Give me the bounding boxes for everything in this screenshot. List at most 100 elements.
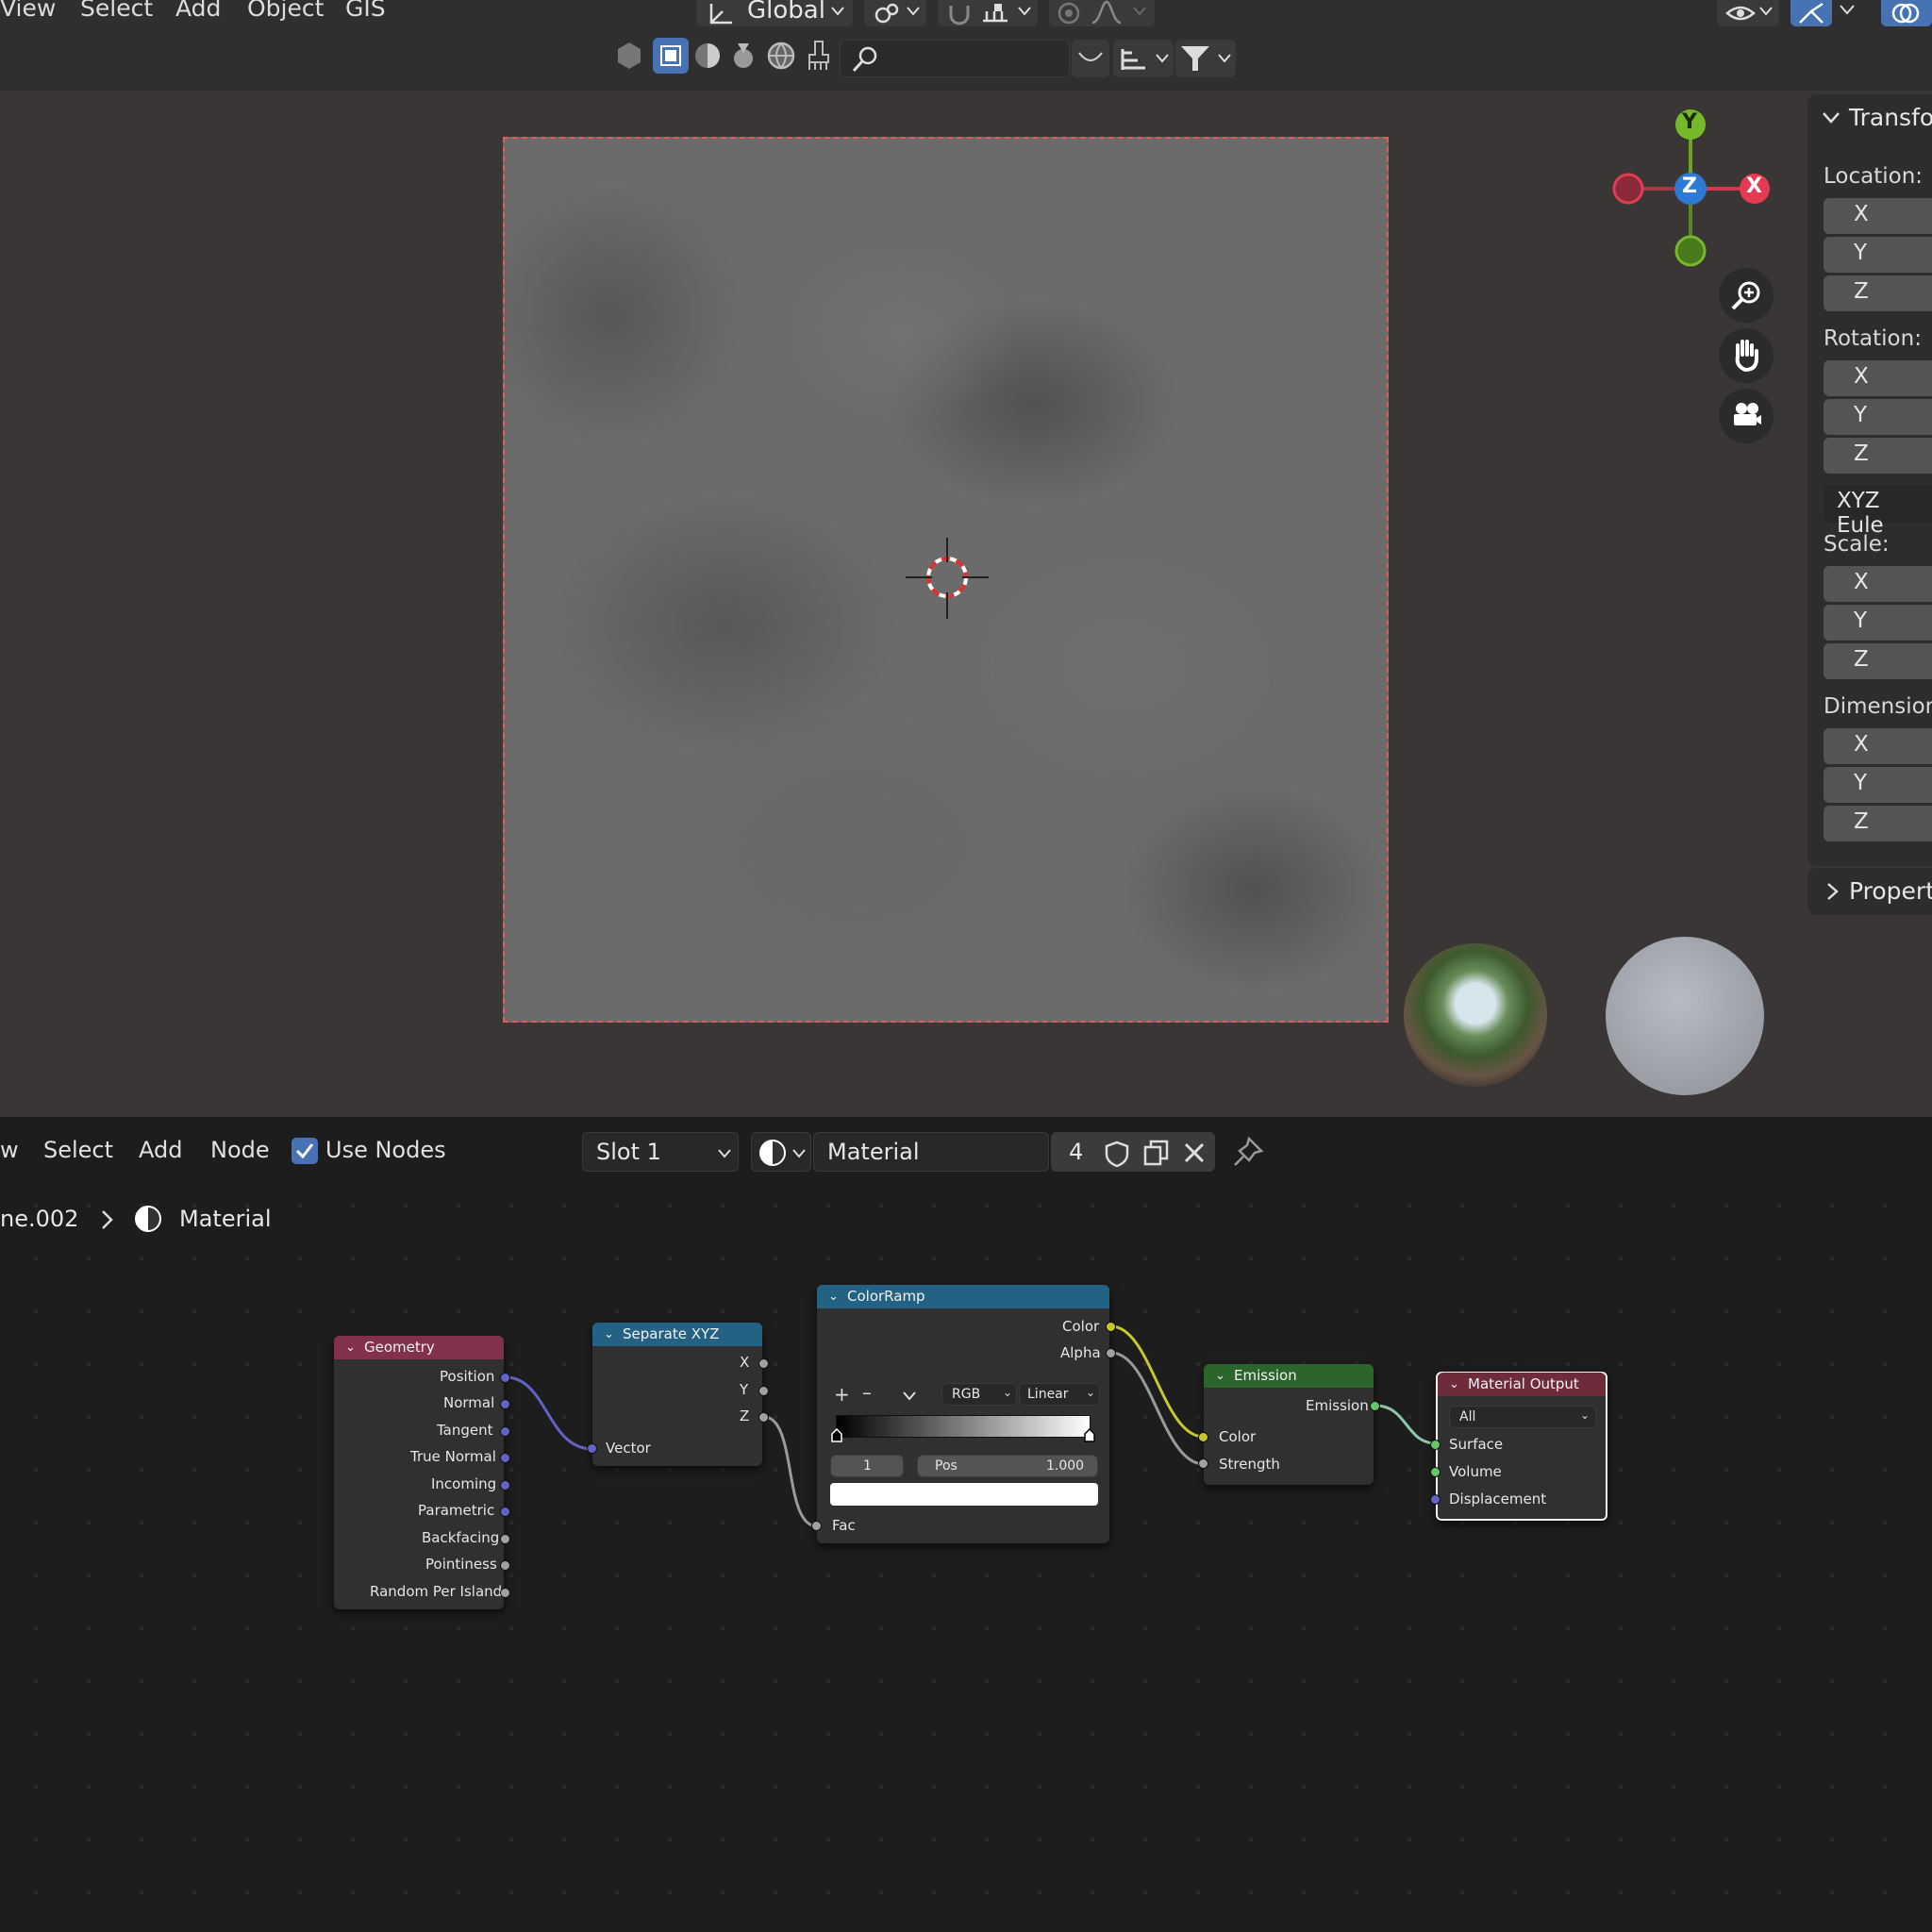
zoom-button[interactable] xyxy=(1719,268,1774,323)
socket-surface-in[interactable] xyxy=(1430,1440,1441,1450)
socket-x[interactable] xyxy=(758,1358,769,1369)
socket-incoming[interactable] xyxy=(500,1480,510,1491)
socket-backfacing[interactable] xyxy=(500,1534,510,1544)
collapse-icon[interactable]: ⌄ xyxy=(1215,1364,1225,1388)
material-output-header[interactable]: ⌄ Material Output xyxy=(1438,1373,1606,1396)
socket-y[interactable] xyxy=(758,1386,769,1396)
light-probe-icon[interactable] xyxy=(728,40,758,72)
scale-z-field[interactable]: Z xyxy=(1824,643,1932,679)
socket-parametric[interactable] xyxy=(500,1507,510,1517)
socket-color-in[interactable] xyxy=(1198,1432,1208,1442)
visibility-dropdown[interactable] xyxy=(1717,0,1779,26)
stop-color-swatch[interactable] xyxy=(830,1483,1098,1506)
separate-xyz-title: Separate XYZ xyxy=(623,1325,720,1342)
socket-random-per-island[interactable] xyxy=(500,1588,510,1598)
menu-add[interactable]: Add xyxy=(175,0,221,22)
snap-group[interactable] xyxy=(938,0,1038,26)
socket-true-normal[interactable] xyxy=(500,1453,510,1463)
properties-panel-header[interactable]: Properti xyxy=(1807,868,1932,915)
menu-view[interactable]: View xyxy=(0,0,56,22)
location-x-field[interactable]: X xyxy=(1824,198,1932,234)
add-stop-icon[interactable]: + xyxy=(834,1383,850,1406)
rotation-mode-dropdown[interactable]: XYZ Eule xyxy=(1824,485,1932,538)
overlays-toggle[interactable] xyxy=(1881,0,1932,26)
viewport-search-input[interactable] xyxy=(840,40,1070,77)
interpolation-dropdown[interactable]: Linear ⌄ xyxy=(1019,1383,1100,1406)
brush-icon[interactable] xyxy=(804,40,834,72)
separate-xyz-header[interactable]: ⌄ Separate XYZ xyxy=(592,1323,762,1346)
transform-panel-title[interactable]: Transfor xyxy=(1849,104,1932,131)
socket-pointiness[interactable] xyxy=(500,1560,510,1571)
dimensions-x-field[interactable]: X xyxy=(1824,728,1932,764)
geometry-output-random-per-island: Random Per Island xyxy=(370,1583,503,1600)
location-y-field[interactable]: Y xyxy=(1824,237,1932,273)
collapse-icon[interactable]: ⌄ xyxy=(1449,1373,1459,1396)
socket-tangent[interactable] xyxy=(500,1426,510,1437)
socket-vector-in[interactable] xyxy=(587,1443,597,1454)
material-shading-icon[interactable] xyxy=(692,40,723,72)
rotation-x-field[interactable]: X xyxy=(1824,360,1932,396)
proportional-edit-group[interactable] xyxy=(1049,0,1155,26)
socket-strength-in[interactable] xyxy=(1198,1458,1208,1469)
socket-emission-out[interactable] xyxy=(1370,1401,1380,1411)
socket-displacement-in[interactable] xyxy=(1430,1494,1441,1505)
geometry-node-title: Geometry xyxy=(364,1339,435,1356)
scale-label: Scale: xyxy=(1824,532,1890,557)
socket-normal[interactable] xyxy=(500,1399,510,1409)
stop-position-field[interactable]: Pos 1.000 xyxy=(917,1455,1098,1477)
rotation-z-field[interactable]: Z xyxy=(1824,438,1932,474)
chevron-down-icon[interactable] xyxy=(1838,4,1857,17)
collapse-icon[interactable]: ⌄ xyxy=(345,1336,356,1359)
separate-output-y: Y xyxy=(740,1381,749,1398)
geometry-node-header[interactable]: ⌄ Geometry xyxy=(334,1336,504,1359)
menu-select[interactable]: Select xyxy=(80,0,153,22)
collapse-icon[interactable]: ⌄ xyxy=(604,1323,614,1346)
menu-gis[interactable]: GIS xyxy=(345,0,386,22)
geometry-output-incoming: Incoming xyxy=(431,1475,497,1492)
socket-alpha-out[interactable] xyxy=(1106,1348,1116,1358)
pivot-dropdown[interactable] xyxy=(864,0,926,26)
socket-color-out[interactable] xyxy=(1106,1322,1116,1332)
active-stop-index[interactable]: 1 xyxy=(830,1455,904,1477)
dimensions-y-field[interactable]: Y xyxy=(1824,767,1932,803)
filter-dropdown[interactable] xyxy=(1175,40,1236,77)
collapse-icon[interactable]: ⌄ xyxy=(828,1285,839,1308)
ramp-stop-white[interactable] xyxy=(1083,1428,1096,1443)
dimensions-label: Dimension xyxy=(1824,694,1932,719)
select-box-button[interactable] xyxy=(653,38,689,74)
rotation-y-field[interactable]: Y xyxy=(1824,399,1932,435)
socket-z[interactable] xyxy=(758,1412,769,1423)
socket-position[interactable] xyxy=(500,1373,510,1383)
dimensions-z-field[interactable]: Z xyxy=(1824,806,1932,841)
color-ramp-gradient[interactable] xyxy=(836,1415,1091,1438)
scale-y-field[interactable]: Y xyxy=(1824,605,1932,641)
camera-view-button[interactable] xyxy=(1719,389,1774,443)
chevron-down-icon xyxy=(831,7,844,16)
snap-increment-icon xyxy=(983,4,1008,23)
orientation-dropdown[interactable]: Global xyxy=(696,0,853,26)
color-mode-dropdown[interactable]: RGB ⌄ xyxy=(941,1383,1017,1406)
location-z-field[interactable]: Z xyxy=(1824,275,1932,311)
socket-fac-in[interactable] xyxy=(811,1521,822,1531)
pan-button[interactable] xyxy=(1719,328,1774,383)
menu-object[interactable]: Object xyxy=(247,0,324,22)
ramp-stop-black[interactable] xyxy=(830,1428,843,1443)
3d-cursor-icon[interactable] xyxy=(902,538,992,628)
remove-stop-icon[interactable]: – xyxy=(862,1381,872,1404)
object-mode-icon[interactable] xyxy=(615,40,643,72)
world-icon[interactable] xyxy=(766,40,796,72)
chevron-down-icon[interactable] xyxy=(1821,108,1841,128)
gizmo-toggle[interactable] xyxy=(1790,0,1832,26)
color-mode-value: RGB xyxy=(952,1387,981,1402)
geometry-output-tangent: Tangent xyxy=(437,1422,493,1439)
colorramp-header[interactable]: ⌄ ColorRamp xyxy=(817,1285,1109,1308)
emission-header[interactable]: ⌄ Emission xyxy=(1204,1364,1374,1388)
colorramp-output-alpha: Alpha xyxy=(1060,1344,1101,1361)
chevron-down-icon[interactable] xyxy=(902,1391,917,1402)
gizmo-y-label: Y xyxy=(1682,110,1697,134)
socket-volume-in[interactable] xyxy=(1430,1467,1441,1477)
scale-x-field[interactable]: X xyxy=(1824,566,1932,602)
sort-dropdown[interactable] xyxy=(1113,40,1174,77)
filter-invert-button[interactable] xyxy=(1072,40,1109,77)
render-target-dropdown[interactable]: All ⌄ xyxy=(1449,1406,1596,1428)
